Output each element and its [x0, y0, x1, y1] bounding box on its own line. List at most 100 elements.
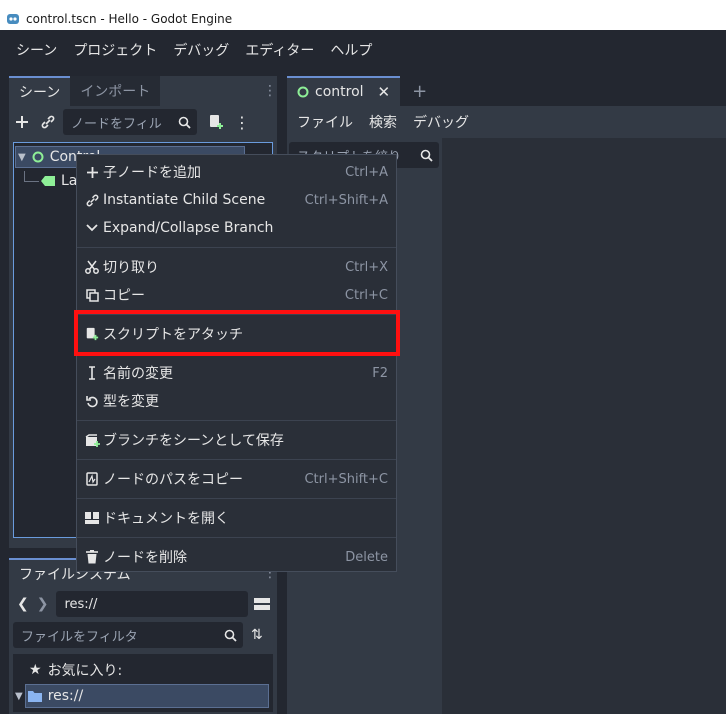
- window-title: control.tscn - Hello - Godot Engine: [26, 12, 233, 26]
- favorites-item[interactable]: ★ お気に入り:: [29, 660, 122, 680]
- attach-script-button[interactable]: [203, 109, 229, 135]
- menu-item-shortcut: Ctrl+A: [345, 164, 388, 180]
- close-icon[interactable]: ✕: [378, 83, 391, 101]
- menu-item-copy-node-path[interactable]: ノードのパスをコピー Ctrl+Shift+C: [77, 466, 396, 492]
- menu-separator: [77, 247, 396, 248]
- add-tab-plus-icon[interactable]: +: [400, 76, 439, 106]
- res-root-selection: res://: [24, 684, 269, 708]
- attach-script-highlight-box: [74, 310, 400, 356]
- forward-arrow-icon[interactable]: ❯: [37, 596, 49, 612]
- scene-dock-tabs: シーン インポート ⋮: [9, 76, 277, 106]
- menu-item-shortcut: Ctrl+C: [344, 287, 388, 303]
- plus-icon: [83, 166, 101, 179]
- window-titlebar: control.tscn - Hello - Godot Engine: [0, 8, 726, 30]
- control-node-icon: [297, 86, 309, 98]
- instantiate-scene-button[interactable]: [35, 109, 61, 135]
- menu-item-shortcut: F2: [372, 365, 388, 381]
- search-icon: [178, 116, 191, 129]
- menu-help[interactable]: ヘルプ: [322, 40, 380, 60]
- menu-item-label: 名前の変更: [103, 366, 173, 382]
- menu-separator: [77, 459, 396, 460]
- menu-item-copy[interactable]: コピー Ctrl+C: [77, 282, 396, 308]
- menu-item-label: 型を変更: [103, 394, 159, 410]
- editor-menu-debug[interactable]: デバッグ: [405, 112, 477, 132]
- tree-item-label-node[interactable]: La: [24, 169, 77, 193]
- godot-logo-icon: [7, 14, 19, 24]
- menu-item-save-branch-as-scene[interactable]: ブランチをシーンとして保存: [77, 427, 396, 453]
- search-icon: [420, 149, 433, 162]
- menu-item-shortcut: Ctrl+Shift+C: [304, 471, 388, 487]
- editor-tabs: control ✕ +: [287, 76, 726, 106]
- chevron-down-icon: [83, 224, 101, 232]
- chevron-down-icon[interactable]: ▼: [15, 691, 23, 702]
- tree-branch-line: [24, 170, 39, 182]
- label-node-icon: [41, 176, 55, 186]
- menu-debug[interactable]: デバッグ: [165, 40, 237, 60]
- menu-item-label: ドキュメントを開く: [103, 511, 229, 527]
- scene-options-kebab-icon[interactable]: ⋮: [229, 109, 255, 135]
- menu-scene[interactable]: シーン: [8, 40, 65, 60]
- path-value: res://: [64, 596, 98, 612]
- menu-item-instantiate-child-scene[interactable]: Instantiate Child Scene Ctrl+Shift+A: [77, 187, 396, 213]
- menu-separator: [77, 537, 396, 538]
- menu-editor[interactable]: エディター: [237, 40, 322, 60]
- menu-item-rename[interactable]: 名前の変更 F2: [77, 360, 396, 386]
- menu-item-add-child-node[interactable]: 子ノードを追加 Ctrl+A: [77, 159, 396, 185]
- copy-icon: [83, 288, 101, 302]
- tab-control[interactable]: control ✕: [287, 76, 401, 106]
- menu-item-label: ノードのパスをコピー: [103, 472, 243, 488]
- script-add-icon: [210, 115, 223, 129]
- menu-item-cut[interactable]: 切り取り Ctrl+X: [77, 254, 396, 280]
- scissors-icon: [83, 260, 101, 274]
- menu-item-label: 切り取り: [103, 260, 159, 276]
- favorites-label: お気に入り:: [47, 663, 123, 679]
- scene-toolbar: ノードをフィル ⋮: [9, 106, 277, 138]
- menu-item-label: 子ノードを追加: [103, 165, 201, 181]
- star-icon: ★: [29, 662, 42, 678]
- path-field[interactable]: res://: [56, 591, 249, 617]
- menu-project[interactable]: プロジェクト: [65, 40, 165, 60]
- tab-import[interactable]: インポート: [70, 76, 161, 106]
- node-filter-input[interactable]: ノードをフィル: [63, 109, 197, 135]
- script-text-area[interactable]: [442, 138, 726, 714]
- rotate-icon: [83, 395, 101, 408]
- control-node-icon: [32, 151, 44, 163]
- menu-separator: [77, 498, 396, 499]
- menu-item-label: Instantiate Child Scene: [103, 192, 266, 208]
- trash-icon: [83, 550, 101, 564]
- filesystem-path-bar: ❮ ❯ res://: [9, 588, 277, 620]
- menu-item-open-documentation[interactable]: ドキュメントを開く: [77, 505, 396, 531]
- text-cursor-icon: [83, 366, 101, 380]
- menu-item-expand-collapse-branch[interactable]: Expand/Collapse Branch: [77, 215, 396, 241]
- copy-path-icon: [83, 472, 101, 486]
- tab-scene[interactable]: シーン: [9, 76, 71, 106]
- search-icon: [224, 629, 237, 642]
- menu-item-delete-node[interactable]: ノードを削除 Delete: [77, 544, 396, 570]
- res-root-label: res://: [47, 688, 84, 704]
- save-scene-icon: [83, 433, 101, 447]
- file-filter-placeholder: ファイルをフィルタ: [21, 629, 138, 645]
- add-node-button[interactable]: [9, 109, 35, 135]
- file-filter-input[interactable]: ファイルをフィルタ: [13, 622, 243, 648]
- kebab-menu-icon[interactable]: ⋮: [263, 76, 277, 106]
- menu-item-shortcut: Ctrl+Shift+A: [304, 192, 388, 208]
- editor-menu-file[interactable]: ファイル: [289, 112, 361, 132]
- split-view-icon[interactable]: [254, 597, 271, 611]
- menu-separator: [77, 420, 396, 421]
- file-tree: ★ お気に入り: ▼ res://: [13, 654, 273, 712]
- sort-icon[interactable]: ⇅: [251, 627, 263, 643]
- tree-item-label: La: [61, 173, 78, 189]
- menu-item-shortcut: Delete: [345, 549, 388, 565]
- plus-icon: [16, 116, 28, 128]
- main-menubar: シーン プロジェクト デバッグ エディター ヘルプ: [0, 30, 726, 70]
- menu-item-change-type[interactable]: 型を変更: [77, 388, 396, 414]
- chevron-down-icon[interactable]: ▼: [18, 152, 26, 163]
- menu-item-label: Expand/Collapse Branch: [103, 220, 274, 236]
- menu-item-label: コピー: [103, 288, 145, 304]
- res-root-item[interactable]: ▼ res://: [15, 684, 269, 708]
- menu-item-label: ノードを削除: [103, 550, 187, 566]
- editor-menu-search[interactable]: 検索: [361, 112, 405, 132]
- menu-item-label: ブランチをシーンとして保存: [103, 433, 284, 449]
- back-arrow-icon[interactable]: ❮: [17, 596, 29, 612]
- doc-icon: [83, 511, 101, 525]
